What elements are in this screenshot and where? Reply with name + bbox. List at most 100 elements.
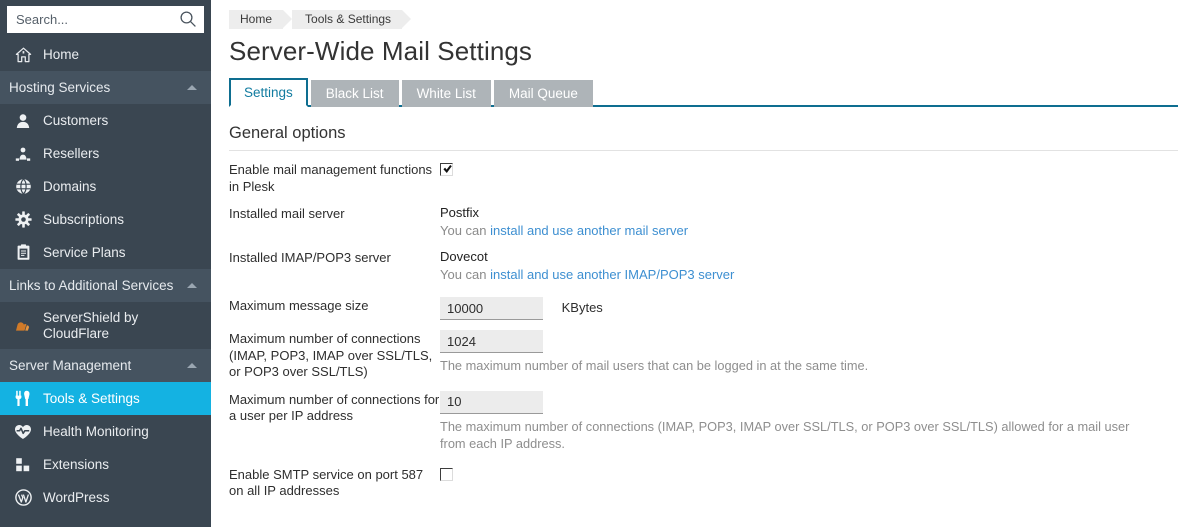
field-control xyxy=(440,466,1178,483)
field-label: Installed IMAP/POP3 server xyxy=(229,250,391,265)
field-control: Postfix You can install and use another … xyxy=(440,205,1178,239)
hint-prefix: You can xyxy=(440,266,491,282)
sidebar-group-links-additional-services[interactable]: Links to Additional Services xyxy=(0,269,211,302)
field-installed-imap-pop3-server: Installed IMAP/POP3 server Dovecot You c… xyxy=(229,249,1178,283)
sidebar-item-health-monitoring[interactable]: Health Monitoring xyxy=(0,415,211,448)
sidebar-item-extensions[interactable]: Extensions xyxy=(0,448,211,481)
sidebar-item-label: Extensions xyxy=(43,457,110,472)
breadcrumb-item-tools-settings[interactable]: Tools & Settings xyxy=(292,9,412,29)
install-another-imap-pop3-link[interactable]: install and use another IMAP/POP3 server xyxy=(490,267,734,282)
tools-icon xyxy=(12,390,34,408)
tab-black-list[interactable]: Black List xyxy=(310,80,399,107)
tab-label: Mail Queue xyxy=(508,86,578,101)
sidebar-item-resellers[interactable]: Resellers xyxy=(0,137,211,170)
field-control: The maximum number of mail users that ca… xyxy=(440,330,1178,374)
tab-settings[interactable]: Settings xyxy=(229,78,308,107)
sidebar-item-wordpress[interactable]: WordPress xyxy=(0,481,211,514)
installed-mail-server-value: Postfix xyxy=(440,205,480,220)
install-another-mail-server-link[interactable]: install and use another mail server xyxy=(490,223,688,238)
maximum-connections-per-ip-hint: The maximum number of connections (IMAP,… xyxy=(440,418,1130,451)
page-title: Server-Wide Mail Settings xyxy=(229,36,533,66)
sidebar-item-label: ServerShield by CloudFlare xyxy=(43,309,139,341)
reseller-icon xyxy=(12,145,34,163)
chevron-up-icon xyxy=(187,283,197,288)
grid-icon xyxy=(12,456,34,474)
field-control: KBytes xyxy=(440,297,1178,320)
field-label: Enable SMTP service on port 587 on all I… xyxy=(229,466,424,499)
sidebar-item-service-plans[interactable]: Service Plans xyxy=(0,236,211,269)
heart-pulse-icon xyxy=(12,423,34,441)
installed-imap-pop3-hint: You can install and use another IMAP/POP… xyxy=(440,267,1178,284)
tab-white-list[interactable]: White List xyxy=(401,80,491,107)
maximum-message-size-unit: KBytes xyxy=(561,300,603,316)
field-control xyxy=(440,161,1178,178)
sidebar-item-customers[interactable]: Customers xyxy=(0,104,211,137)
section-title-general-options: General options xyxy=(229,124,346,142)
breadcrumb-label: Home xyxy=(240,12,273,26)
sidebar-item-home[interactable]: Home xyxy=(0,38,211,71)
maximum-connections-hint: The maximum number of mail users that ca… xyxy=(440,358,869,373)
enable-smtp-587-checkbox[interactable] xyxy=(440,467,453,481)
sidebar-search-area xyxy=(0,0,211,38)
search-box[interactable] xyxy=(7,6,204,33)
checkmark-icon xyxy=(443,165,452,173)
sidebar-item-label: Health Monitoring xyxy=(43,424,149,439)
clipboard-icon xyxy=(12,244,34,262)
field-control: Dovecot You can install and use another … xyxy=(440,249,1178,283)
sidebar-item-label: Home xyxy=(43,47,80,62)
field-label: Maximum number of connections for a user… xyxy=(229,391,440,424)
sidebar-item-label: Tools & Settings xyxy=(43,391,140,406)
search-input[interactable] xyxy=(7,7,204,32)
cloudflare-icon xyxy=(12,317,34,335)
sidebar-item-label: Domains xyxy=(43,179,97,194)
enable-mail-management-checkbox[interactable] xyxy=(440,163,453,176)
field-enable-smtp-587: Enable SMTP service on port 587 on all I… xyxy=(229,466,1178,500)
sidebar-group-label: Hosting Services xyxy=(9,80,111,95)
sidebar-item-subscriptions[interactable]: Subscriptions xyxy=(0,203,211,236)
tab-label: White List xyxy=(416,86,476,101)
sidebar-item-label: WordPress xyxy=(43,490,110,505)
sidebar-item-label: Customers xyxy=(43,113,109,128)
field-maximum-connections: Maximum number of connections (IMAP, POP… xyxy=(229,330,1178,381)
field-installed-mail-server: Installed mail server Postfix You can in… xyxy=(229,205,1178,239)
sidebar-group-label: Links to Additional Services xyxy=(9,278,174,293)
sidebar-item-servershield-cloudflare[interactable]: ServerShield by CloudFlare xyxy=(0,302,211,349)
sidebar-item-tools-settings[interactable]: Tools & Settings xyxy=(0,382,211,415)
chevron-up-icon xyxy=(187,85,197,90)
plesk-admin-page: Home Hosting Services Customers xyxy=(0,0,1178,527)
sidebar-group-hosting-services[interactable]: Hosting Services xyxy=(0,71,211,104)
tab-mail-queue[interactable]: Mail Queue xyxy=(493,80,593,107)
section-divider xyxy=(229,150,1178,151)
general-options-form: Enable mail management functions in Ples… xyxy=(229,161,1178,500)
installed-mail-server-hint: You can install and use another mail ser… xyxy=(440,223,1178,240)
field-label: Maximum message size xyxy=(229,298,369,313)
chevron-up-icon xyxy=(187,363,197,368)
field-control: The maximum number of connections (IMAP,… xyxy=(440,390,1178,452)
maximum-connections-per-ip-input[interactable] xyxy=(440,390,543,414)
hint-prefix: You can xyxy=(440,222,491,238)
breadcrumb-item-home[interactable]: Home xyxy=(229,9,293,29)
field-maximum-connections-per-ip: Maximum number of connections for a user… xyxy=(229,390,1178,452)
sidebar-item-label: Subscriptions xyxy=(43,212,125,227)
sidebar-group-server-management[interactable]: Server Management xyxy=(0,349,211,382)
tab-bar: Settings Black List White List Mail Queu… xyxy=(229,78,1178,107)
breadcrumb-label: Tools & Settings xyxy=(305,12,392,26)
field-enable-mail-management: Enable mail management functions in Ples… xyxy=(229,161,1178,195)
sidebar-item-domains[interactable]: Domains xyxy=(0,170,211,203)
tab-label: Settings xyxy=(244,85,293,100)
wordpress-icon xyxy=(12,489,34,507)
installed-imap-pop3-value: Dovecot xyxy=(440,249,488,264)
field-label: Enable mail management functions in Ples… xyxy=(229,162,433,194)
gear-icon xyxy=(12,211,34,229)
breadcrumb: Home Tools & Settings xyxy=(229,9,1178,29)
maximum-connections-input[interactable] xyxy=(440,330,543,353)
field-label: Installed mail server xyxy=(229,206,345,221)
tab-label: Black List xyxy=(325,86,384,101)
sidebar-item-label: Service Plans xyxy=(43,245,126,260)
sidebar-group-label: Server Management xyxy=(9,358,132,373)
user-icon xyxy=(12,112,34,130)
field-maximum-message-size: Maximum message size KBytes xyxy=(229,297,1178,320)
maximum-message-size-input[interactable] xyxy=(440,297,543,320)
main-content: Home Tools & Settings Server-Wide Mail S… xyxy=(211,0,1178,527)
home-icon xyxy=(12,46,34,64)
